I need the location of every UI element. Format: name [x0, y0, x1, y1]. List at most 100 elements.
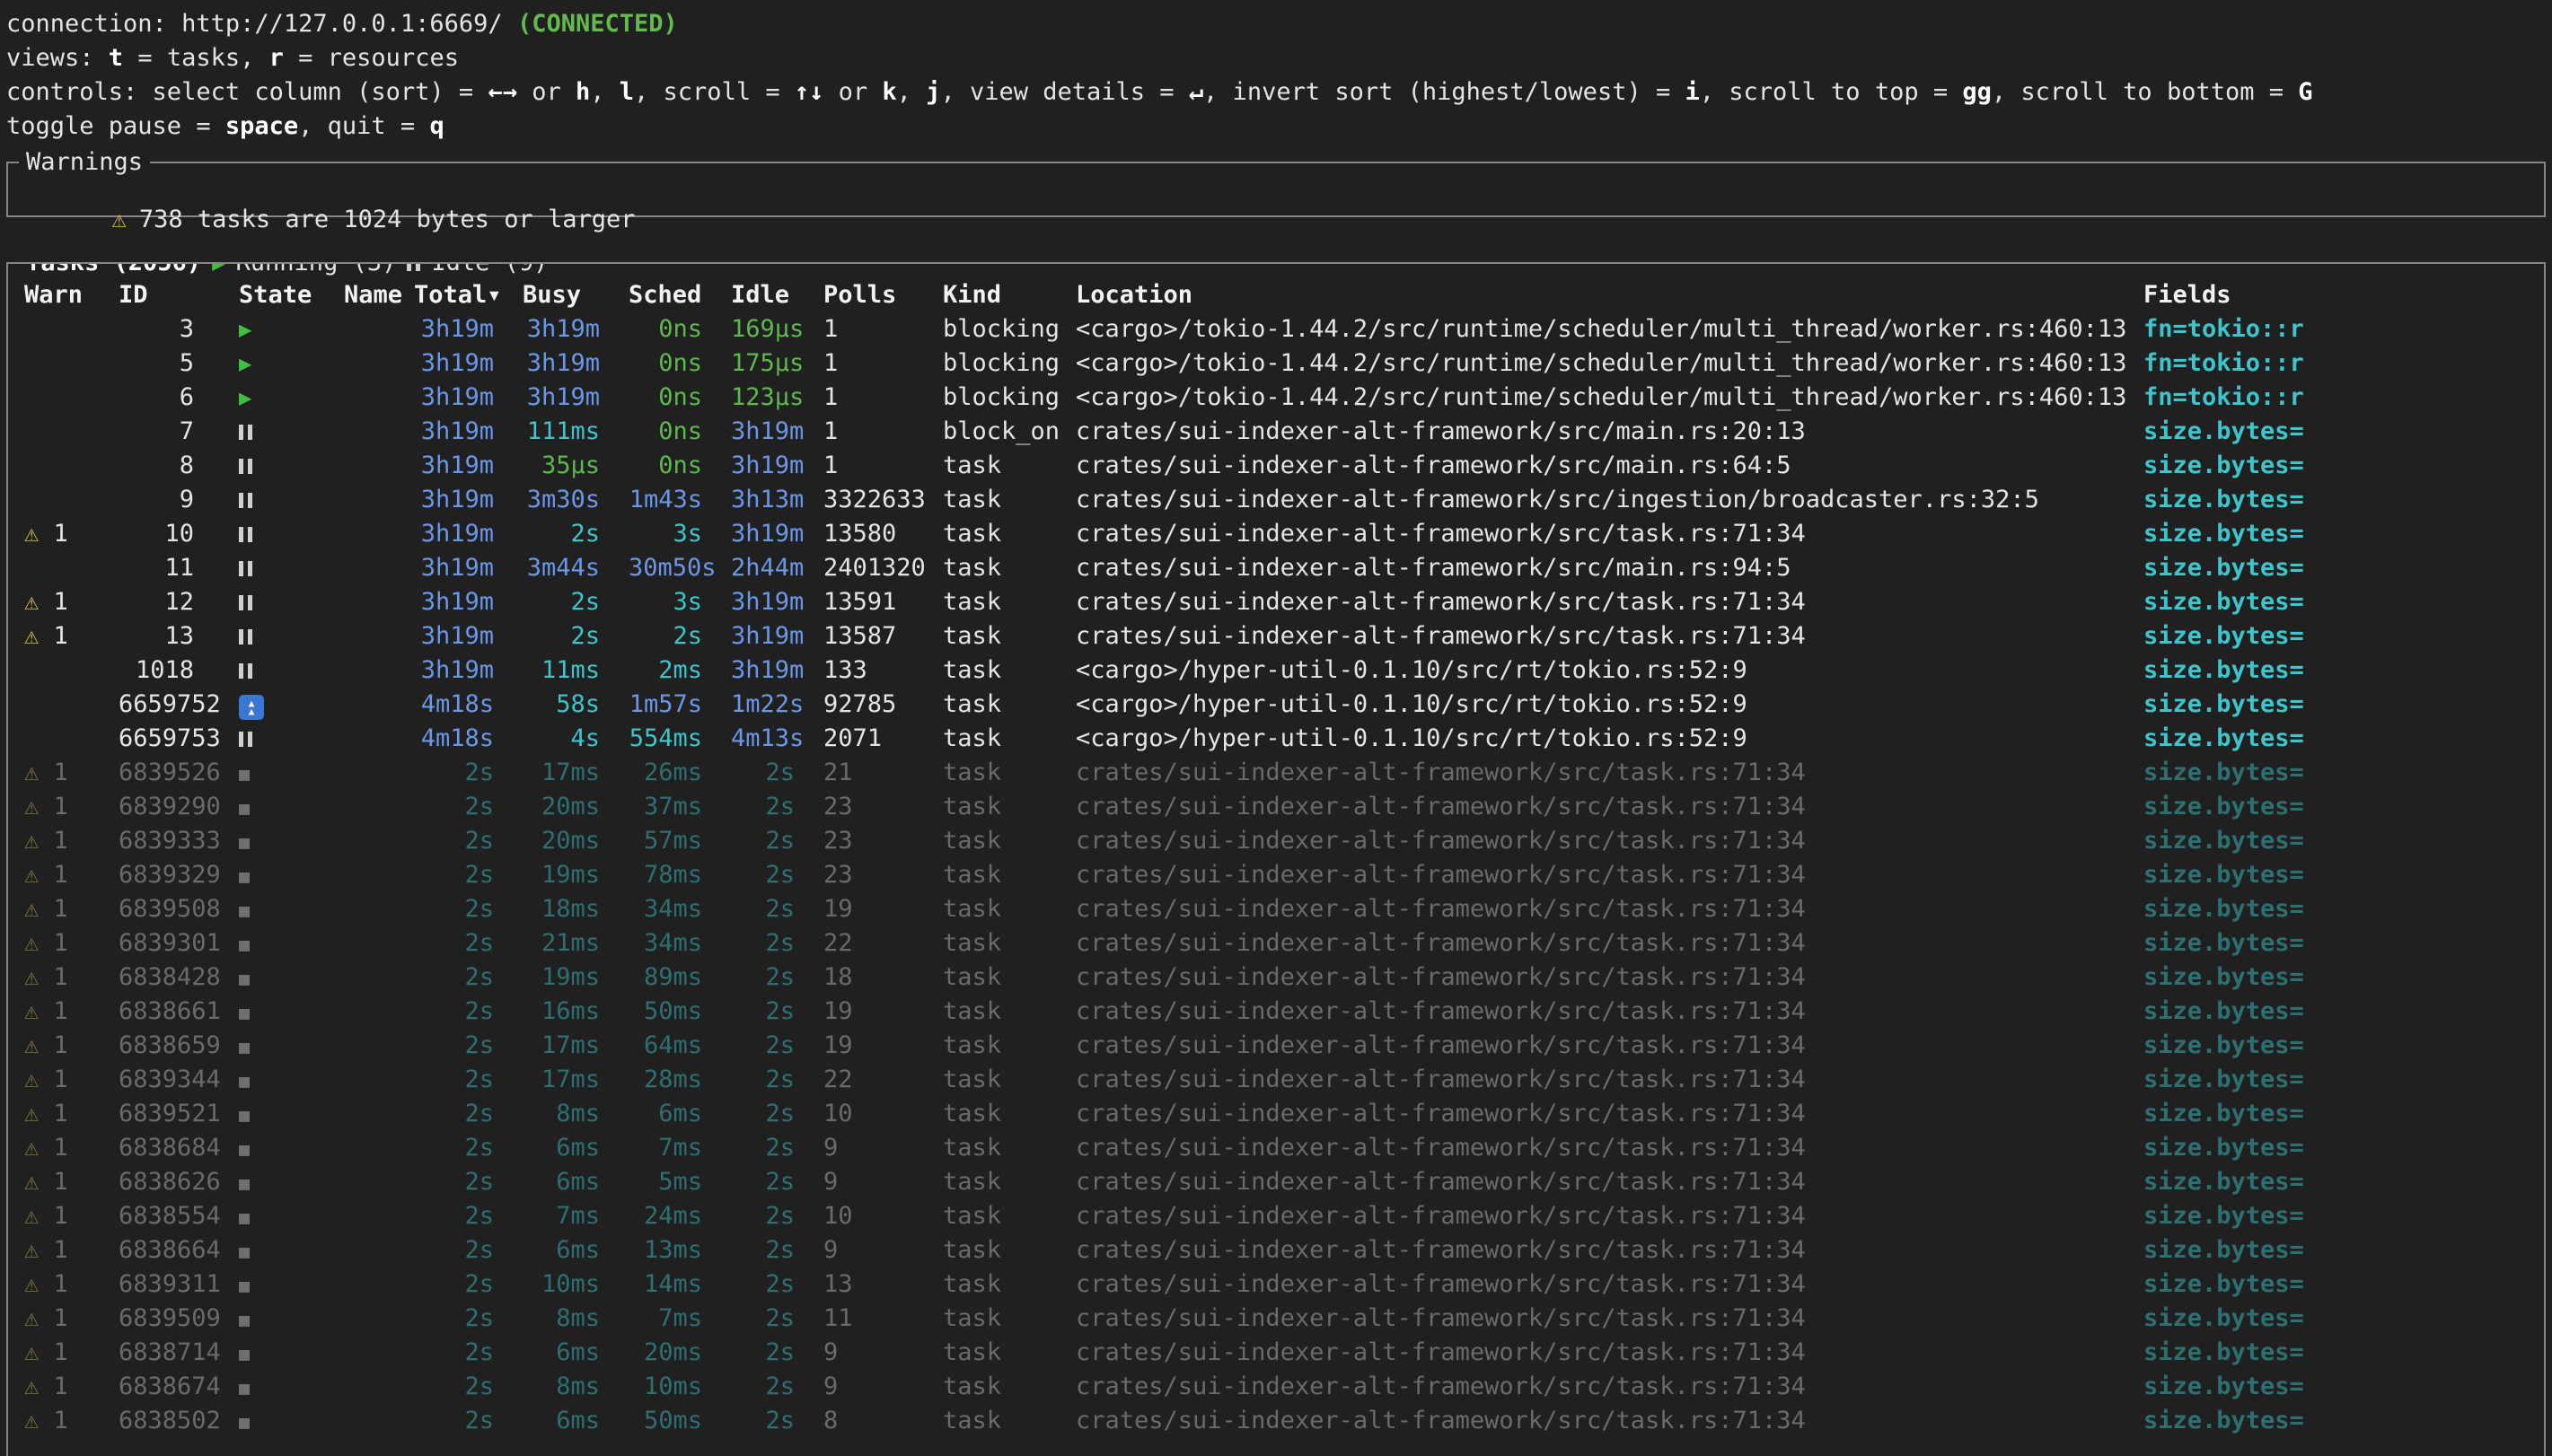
task-row-6839311[interactable]: ⚠ 16839311■2s10ms14ms2s13taskcrates/sui-… [8, 1267, 2544, 1302]
cell-warn: ⚠ 1 [24, 1336, 119, 1370]
cell-polls: 2071 [823, 722, 943, 756]
task-row-6839509[interactable]: ⚠ 16839509■2s8ms7ms2s11taskcrates/sui-in… [8, 1302, 2544, 1336]
cell-fields: fn=tokio::r [2143, 312, 2544, 346]
task-row-9[interactable]: 93h19m3m30s1m43s3h13m3322633taskcrates/s… [8, 483, 2544, 517]
task-row-6839344[interactable]: ⚠ 16839344■2s17ms28ms2s22taskcrates/sui-… [8, 1063, 2544, 1097]
cell-sched: 28ms [629, 1063, 731, 1097]
idle-state-icon [239, 722, 252, 756]
cell-sched: 0ns [629, 449, 731, 483]
cell-name [344, 415, 414, 449]
task-row-8[interactable]: 83h19m35µs0ns3h19m1taskcrates/sui-indexe… [8, 449, 2544, 483]
task-row-12[interactable]: ⚠ 1123h19m2s3s3h19m13591taskcrates/sui-i… [8, 585, 2544, 619]
task-row-6839290[interactable]: ⚠ 16839290■2s20ms37ms2s23taskcrates/sui-… [8, 790, 2544, 824]
column-header-warn[interactable]: Warn [24, 278, 119, 312]
column-header-fields[interactable]: Fields [2143, 278, 2544, 312]
idle-state-icon [239, 653, 252, 688]
cell-name [344, 346, 414, 381]
column-header-total[interactable]: Total▾ [414, 278, 523, 312]
column-header-id[interactable]: ID [119, 278, 230, 312]
cell-id: 8 [119, 449, 230, 483]
column-header-kind[interactable]: Kind [943, 278, 1076, 312]
cell-location: crates/sui-indexer-alt-framework/src/tas… [1076, 995, 2143, 1029]
task-row-6838554[interactable]: ⚠ 16838554■2s7ms24ms2s10taskcrates/sui-i… [8, 1199, 2544, 1233]
cell-kind: task [943, 1131, 1076, 1165]
cell-location: <cargo>/tokio-1.44.2/src/runtime/schedul… [1076, 346, 2143, 381]
column-header-name[interactable]: Name [344, 278, 414, 312]
cell-fields: size.bytes= [2143, 1131, 2544, 1165]
cell-polls: 3322633 [823, 483, 943, 517]
task-row-6838674[interactable]: ⚠ 16838674■2s8ms10ms2s9taskcrates/sui-in… [8, 1370, 2544, 1404]
cell-id: 6659752 [119, 688, 230, 722]
task-row-6839333[interactable]: ⚠ 16839333■2s20ms57ms2s23taskcrates/sui-… [8, 824, 2544, 858]
cell-polls: 23 [823, 824, 943, 858]
column-header-idle[interactable]: Idle [731, 278, 823, 312]
column-header-state[interactable]: State [230, 278, 344, 312]
warning-text: 738 tasks are 1024 bytes or larger [139, 206, 636, 233]
task-row-6838502[interactable]: ⚠ 16838502■2s6ms50ms2s8taskcrates/sui-in… [8, 1404, 2544, 1438]
warning-icon: ⚠ [24, 827, 39, 855]
cell-name [344, 858, 414, 892]
column-header-busy[interactable]: Busy [523, 278, 629, 312]
cell-sched: 78ms [629, 858, 731, 892]
task-row-5[interactable]: 5▶3h19m3h19m0ns175µs1blocking<cargo>/tok… [8, 346, 2544, 381]
tasks-box-title: Tasks (2056) ▶ Running (3) Idle (9) [19, 262, 555, 282]
cell-sched: 89ms [629, 960, 731, 995]
cell-warn: ⚠ 1 [24, 892, 119, 926]
running-state-icon: ▶ [239, 317, 251, 342]
column-header-location[interactable]: Location [1076, 278, 2143, 312]
cell-kind: task [943, 551, 1076, 585]
cell-warn: ⚠ 1 [24, 1165, 119, 1199]
task-row-13[interactable]: ⚠ 1133h19m2s2s3h19m13587taskcrates/sui-i… [8, 619, 2544, 653]
task-row-6839521[interactable]: ⚠ 16839521■2s8ms6ms2s10taskcrates/sui-in… [8, 1097, 2544, 1131]
task-row-6838626[interactable]: ⚠ 16838626■2s6ms5ms2s9taskcrates/sui-ind… [8, 1165, 2544, 1199]
column-header-sched[interactable]: Sched [629, 278, 731, 312]
help-header: connection: http://127.0.0.1:6669/ (CONN… [0, 7, 2552, 144]
cell-polls: 9 [823, 1370, 943, 1404]
task-row-6838684[interactable]: ⚠ 16838684■2s6ms7ms2s9taskcrates/sui-ind… [8, 1131, 2544, 1165]
cell-fields: size.bytes= [2143, 585, 2544, 619]
help-line-1: connection: http://127.0.0.1:6669/ (CONN… [0, 7, 2552, 41]
task-row-6659753[interactable]: 66597534m18s4s554ms4m13s2071task<cargo>/… [8, 722, 2544, 756]
cell-name [344, 926, 414, 960]
cell-name [344, 1029, 414, 1063]
warning-icon: ⚠ [24, 1031, 39, 1059]
task-row-6659752[interactable]: 6659752▲▲4m18s58s1m57s1m22s92785task<car… [8, 688, 2544, 722]
completed-state-icon: ■ [239, 1172, 250, 1194]
task-row-6839301[interactable]: ⚠ 16839301■2s21ms34ms2s22taskcrates/sui-… [8, 926, 2544, 960]
task-row-6[interactable]: 6▶3h19m3h19m0ns123µs1blocking<cargo>/tok… [8, 381, 2544, 415]
cell-total: 2s [414, 1404, 523, 1438]
cell-sched: 57ms [629, 824, 731, 858]
task-row-6839329[interactable]: ⚠ 16839329■2s19ms78ms2s23taskcrates/sui-… [8, 858, 2544, 892]
task-row-3[interactable]: 3▶3h19m3h19m0ns169µs1blocking<cargo>/tok… [8, 312, 2544, 346]
task-row-6839526[interactable]: ⚠ 16839526■2s17ms26ms2s21taskcrates/sui-… [8, 756, 2544, 790]
task-row-1018[interactable]: 10183h19m11ms2ms3h19m133task<cargo>/hype… [8, 653, 2544, 688]
cell-state: ■ [230, 858, 344, 892]
task-row-10[interactable]: ⚠ 1103h19m2s3s3h19m13580taskcrates/sui-i… [8, 517, 2544, 551]
column-header-polls[interactable]: Polls [823, 278, 943, 312]
cell-idle: 2s [731, 926, 823, 960]
cell-name [344, 551, 414, 585]
cell-state [230, 551, 344, 585]
cell-fields: size.bytes= [2143, 1233, 2544, 1267]
cell-id: 6838714 [119, 1336, 230, 1370]
task-row-6838664[interactable]: ⚠ 16838664■2s6ms13ms2s9taskcrates/sui-in… [8, 1233, 2544, 1267]
task-row-6838714[interactable]: ⚠ 16838714■2s6ms20ms2s9taskcrates/sui-in… [8, 1336, 2544, 1370]
completed-state-icon: ■ [239, 831, 250, 853]
cell-polls: 19 [823, 1029, 943, 1063]
cell-total: 3h19m [414, 346, 523, 381]
tasks-count: Tasks (2056) [26, 262, 201, 282]
cell-location: crates/sui-indexer-alt-framework/src/tas… [1076, 619, 2143, 653]
task-row-6839508[interactable]: ⚠ 16839508■2s18ms34ms2s19taskcrates/sui-… [8, 892, 2544, 926]
cell-fields: size.bytes= [2143, 1097, 2544, 1131]
cell-warn [24, 551, 119, 585]
completed-state-icon: ■ [239, 1241, 250, 1262]
cell-fields: size.bytes= [2143, 1029, 2544, 1063]
task-row-6838661[interactable]: ⚠ 16838661■2s16ms50ms2s19taskcrates/sui-… [8, 995, 2544, 1029]
task-row-6838659[interactable]: ⚠ 16838659■2s17ms64ms2s19taskcrates/sui-… [8, 1029, 2544, 1063]
task-row-6838428[interactable]: ⚠ 16838428■2s19ms89ms2s18taskcrates/sui-… [8, 960, 2544, 995]
cell-warn [24, 449, 119, 483]
warning-icon: ⚠ [24, 963, 39, 991]
task-row-7[interactable]: 73h19m111ms0ns3h19m1block_oncrates/sui-i… [8, 415, 2544, 449]
cell-idle: 3h19m [731, 415, 823, 449]
task-row-11[interactable]: 113h19m3m44s30m50s2h44m2401320taskcrates… [8, 551, 2544, 585]
